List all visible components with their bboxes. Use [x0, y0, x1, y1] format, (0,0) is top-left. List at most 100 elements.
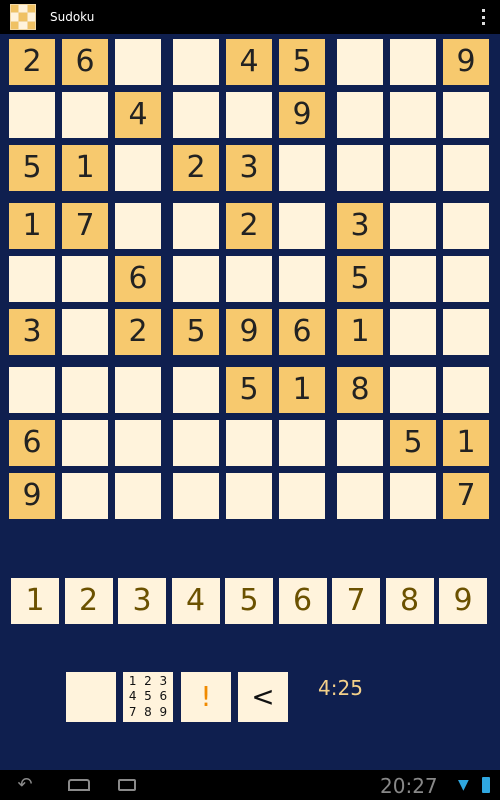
grid-cell-r1c6[interactable]: 5 — [279, 39, 325, 85]
grid-cell-r1c4[interactable] — [173, 39, 219, 85]
grid-cell-r8c4[interactable] — [173, 420, 219, 466]
grid-cell-r5c3[interactable]: 6 — [115, 256, 161, 302]
grid-cell-r8c3[interactable] — [115, 420, 161, 466]
grid-cell-r9c1[interactable]: 9 — [9, 473, 55, 519]
grid-cell-r6c1[interactable]: 3 — [9, 309, 55, 355]
grid-cell-r6c3[interactable]: 2 — [115, 309, 161, 355]
grid-cell-r5c5[interactable] — [226, 256, 272, 302]
overflow-menu-icon[interactable] — [482, 9, 486, 25]
grid-cell-r3c9[interactable] — [443, 145, 489, 191]
grid-cell-r3c6[interactable] — [279, 145, 325, 191]
number-button-1[interactable]: 1 — [11, 578, 59, 624]
grid-cell-r6c6[interactable]: 6 — [279, 309, 325, 355]
grid-cell-r2c6[interactable]: 9 — [279, 92, 325, 138]
grid-cell-r9c5[interactable] — [226, 473, 272, 519]
grid-cell-r4c4[interactable] — [173, 203, 219, 249]
grid-cell-r6c5[interactable]: 9 — [226, 309, 272, 355]
grid-cell-r4c2[interactable]: 7 — [62, 203, 108, 249]
number-button-9[interactable]: 9 — [439, 578, 487, 624]
grid-cell-r7c6[interactable]: 1 — [279, 367, 325, 413]
number-button-7[interactable]: 7 — [332, 578, 380, 624]
grid-cell-r1c9[interactable]: 9 — [443, 39, 489, 85]
grid-cell-r1c5[interactable]: 4 — [226, 39, 272, 85]
grid-cell-r8c2[interactable] — [62, 420, 108, 466]
grid-cell-r3c5[interactable]: 3 — [226, 145, 272, 191]
grid-cell-r8c1[interactable]: 6 — [9, 420, 55, 466]
grid-cell-r2c1[interactable] — [9, 92, 55, 138]
grid-cell-r3c7[interactable] — [337, 145, 383, 191]
grid-cell-r1c7[interactable] — [337, 39, 383, 85]
grid-cell-r2c2[interactable] — [62, 92, 108, 138]
grid-cell-r1c1[interactable]: 2 — [9, 39, 55, 85]
app-title: Sudoku — [50, 10, 95, 24]
grid-cell-r5c1[interactable] — [9, 256, 55, 302]
grid-cell-r6c9[interactable] — [443, 309, 489, 355]
grid-cell-r7c3[interactable] — [115, 367, 161, 413]
grid-cell-r9c9[interactable]: 7 — [443, 473, 489, 519]
grid-cell-r4c3[interactable] — [115, 203, 161, 249]
grid-cell-r3c8[interactable] — [390, 145, 436, 191]
notes-toggle-button[interactable]: 123 456 789 — [123, 672, 173, 722]
grid-cell-r2c5[interactable] — [226, 92, 272, 138]
grid-cell-r2c7[interactable] — [337, 92, 383, 138]
grid-cell-r7c9[interactable] — [443, 367, 489, 413]
grid-cell-r6c2[interactable] — [62, 309, 108, 355]
home-icon[interactable] — [68, 779, 90, 791]
grid-cell-r7c1[interactable] — [9, 367, 55, 413]
undo-button[interactable]: < — [238, 672, 288, 722]
erase-button[interactable] — [66, 672, 116, 722]
recent-apps-icon[interactable] — [118, 779, 136, 791]
grid-cell-r7c2[interactable] — [62, 367, 108, 413]
grid-cell-r2c9[interactable] — [443, 92, 489, 138]
grid-cell-r5c6[interactable] — [279, 256, 325, 302]
grid-cell-r4c1[interactable]: 1 — [9, 203, 55, 249]
grid-cell-r8c7[interactable] — [337, 420, 383, 466]
grid-cell-r1c3[interactable] — [115, 39, 161, 85]
grid-cell-r2c4[interactable] — [173, 92, 219, 138]
grid-cell-r6c7[interactable]: 1 — [337, 309, 383, 355]
grid-cell-r7c4[interactable] — [173, 367, 219, 413]
grid-cell-r5c2[interactable] — [62, 256, 108, 302]
grid-cell-r7c8[interactable] — [390, 367, 436, 413]
back-icon[interactable]: ↶ — [12, 776, 38, 794]
grid-cell-r8c6[interactable] — [279, 420, 325, 466]
grid-cell-r9c6[interactable] — [279, 473, 325, 519]
number-button-2[interactable]: 2 — [64, 578, 113, 624]
number-button-6[interactable]: 6 — [278, 578, 327, 624]
grid-cell-r8c9[interactable]: 1 — [443, 420, 489, 466]
number-button-4[interactable]: 4 — [171, 578, 220, 624]
grid-cell-r1c8[interactable] — [390, 39, 436, 85]
number-button-3[interactable]: 3 — [118, 578, 166, 624]
grid-cell-r9c3[interactable] — [115, 473, 161, 519]
number-button-5[interactable]: 5 — [225, 578, 273, 624]
grid-cell-r3c2[interactable]: 1 — [62, 145, 108, 191]
grid-cell-r5c9[interactable] — [443, 256, 489, 302]
grid-cell-r3c4[interactable]: 2 — [173, 145, 219, 191]
grid-cell-r5c8[interactable] — [390, 256, 436, 302]
grid-cell-r4c5[interactable]: 2 — [226, 203, 272, 249]
notes-digit: 3 — [159, 674, 168, 688]
grid-cell-r4c8[interactable] — [390, 203, 436, 249]
grid-cell-r9c2[interactable] — [62, 473, 108, 519]
grid-cell-r7c5[interactable]: 5 — [226, 367, 272, 413]
grid-cell-r1c2[interactable]: 6 — [62, 39, 108, 85]
grid-cell-r6c4[interactable]: 5 — [173, 309, 219, 355]
grid-cell-r5c7[interactable]: 5 — [337, 256, 383, 302]
grid-cell-r9c8[interactable] — [390, 473, 436, 519]
grid-cell-r2c8[interactable] — [390, 92, 436, 138]
grid-cell-r3c1[interactable]: 5 — [9, 145, 55, 191]
grid-cell-r5c4[interactable] — [173, 256, 219, 302]
grid-cell-r3c3[interactable] — [115, 145, 161, 191]
grid-cell-r7c7[interactable]: 8 — [337, 367, 383, 413]
number-button-8[interactable]: 8 — [385, 578, 434, 624]
grid-cell-r4c6[interactable] — [279, 203, 325, 249]
grid-cell-r9c4[interactable] — [173, 473, 219, 519]
grid-cell-r2c3[interactable]: 4 — [115, 92, 161, 138]
grid-cell-r4c7[interactable]: 3 — [337, 203, 383, 249]
grid-cell-r6c8[interactable] — [390, 309, 436, 355]
grid-cell-r8c5[interactable] — [226, 420, 272, 466]
grid-cell-r4c9[interactable] — [443, 203, 489, 249]
grid-cell-r9c7[interactable] — [337, 473, 383, 519]
grid-cell-r8c8[interactable]: 5 — [390, 420, 436, 466]
hint-button[interactable]: ! — [181, 672, 231, 722]
